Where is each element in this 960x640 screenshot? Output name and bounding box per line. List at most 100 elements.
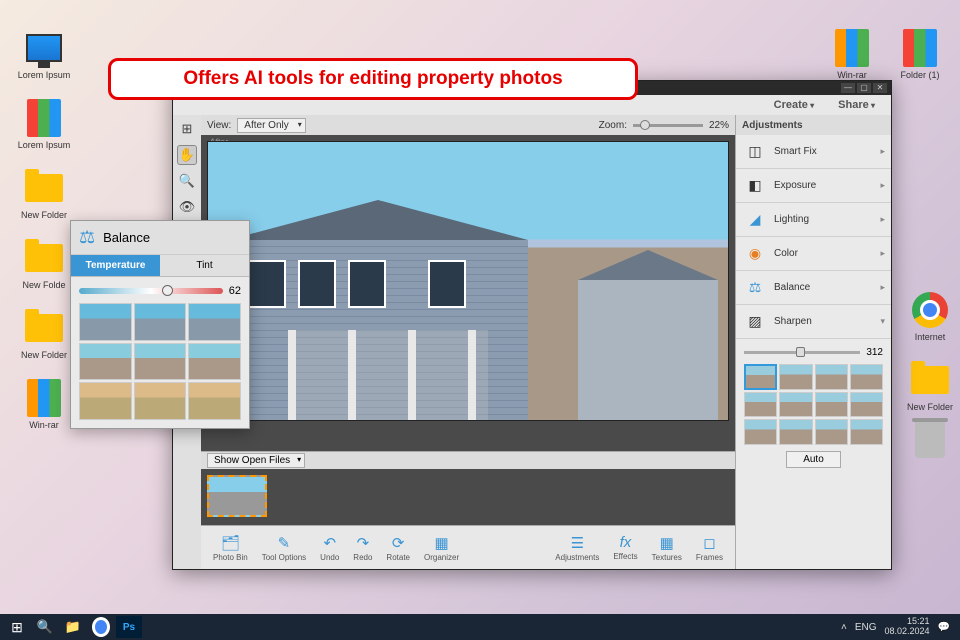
canvas[interactable]: After: [201, 135, 735, 451]
feature-callout: Offers AI tools for editing property pho…: [108, 58, 638, 100]
tray-lang[interactable]: ENG: [855, 622, 877, 633]
balance-icon: ⚖: [79, 227, 95, 248]
exposure-item[interactable]: ◧Exposure: [736, 169, 891, 203]
tooloptions-icon: ✎: [278, 534, 291, 552]
desktop-icon-folder[interactable]: New Folder: [900, 360, 960, 412]
organizer-button[interactable]: ▦Organizer: [418, 532, 465, 564]
start-button[interactable]: ⊞: [4, 616, 30, 638]
taskbar-clock[interactable]: 15:21 08.02.2024: [885, 617, 930, 637]
desktop-icon-folder[interactable]: New Folder: [14, 168, 74, 220]
desktop-icon-trash[interactable]: [900, 420, 960, 462]
tint-tab[interactable]: Tint: [160, 255, 249, 277]
arrange-tool[interactable]: ⊞: [177, 119, 197, 139]
preset-thumb[interactable]: [850, 419, 883, 445]
desktop-label: Internet: [915, 332, 946, 342]
redeye-tool[interactable]: 👁: [177, 197, 197, 217]
preset-thumb[interactable]: [134, 303, 187, 341]
desktop-label: New Folder: [21, 350, 67, 360]
close-button[interactable]: ✕: [873, 83, 887, 93]
frames-button[interactable]: ◻Frames: [690, 532, 729, 564]
photoshop-button[interactable]: Ps: [116, 616, 142, 638]
preset-thumb[interactable]: [79, 382, 132, 420]
auto-button[interactable]: Auto: [786, 451, 841, 468]
preset-thumb[interactable]: [850, 364, 883, 390]
preset-thumb[interactable]: [744, 419, 777, 445]
temperature-tab[interactable]: Temperature: [71, 255, 160, 277]
sharpen-icon: ▨: [744, 312, 766, 332]
preset-thumb[interactable]: [779, 392, 812, 418]
desktop-icon-pc[interactable]: Lorem Ipsum: [14, 28, 74, 80]
view-mode-select[interactable]: After Only: [237, 118, 305, 133]
preset-thumb[interactable]: [79, 303, 132, 341]
frames-icon: ◻: [703, 534, 715, 552]
show-open-files-button[interactable]: Show Open Files: [207, 453, 305, 468]
desktop-icon-binder[interactable]: Lorem Ipsum: [14, 98, 74, 150]
tray-chevron-icon[interactable]: ˄: [841, 622, 847, 633]
chrome-button[interactable]: [88, 616, 114, 638]
photobin-button[interactable]: 🗂Photo Bin: [207, 532, 254, 564]
maximize-button[interactable]: ▢: [857, 83, 871, 93]
desktop-icon-folder[interactable]: New Folde: [14, 238, 74, 290]
preset-thumb[interactable]: [188, 303, 241, 341]
desktop-icon-binder[interactable]: Folder (1): [890, 28, 950, 80]
desktop-label: Lorem Ipsum: [18, 70, 71, 80]
preset-thumb[interactable]: [779, 364, 812, 390]
textures-button[interactable]: ▦Textures: [646, 532, 688, 564]
view-bar: View: After Only Zoom: 22%: [201, 115, 735, 135]
preset-thumb[interactable]: [815, 392, 848, 418]
sharpen-value: 312: [866, 347, 883, 358]
balance-title: Balance: [103, 230, 150, 245]
preset-thumb[interactable]: [134, 382, 187, 420]
zoom-label: Zoom:: [599, 120, 627, 131]
explorer-button[interactable]: 📁: [60, 616, 86, 638]
preset-thumb[interactable]: [188, 382, 241, 420]
balance-item[interactable]: ⚖Balance: [736, 271, 891, 305]
view-label: View:: [207, 120, 231, 131]
adjustments-button[interactable]: ☰Adjustments: [549, 532, 605, 564]
rotate-button[interactable]: ⟳Rotate: [380, 532, 416, 564]
preset-thumb[interactable]: [779, 419, 812, 445]
undo-button[interactable]: ↶Undo: [314, 532, 345, 564]
color-icon: ◉: [744, 244, 766, 264]
hand-tool[interactable]: ✋: [177, 145, 197, 165]
effects-button[interactable]: fxEffects: [607, 532, 643, 564]
redo-button[interactable]: ↷Redo: [347, 532, 378, 564]
notifications-icon[interactable]: 💬: [938, 622, 950, 633]
preset-thumb[interactable]: [815, 364, 848, 390]
preset-thumb[interactable]: [79, 343, 132, 381]
filmstrip-bar: Show Open Files: [201, 451, 735, 469]
tooloptions-button[interactable]: ✎Tool Options: [256, 532, 312, 564]
taskbar: ⊞ 🔍 📁 Ps ˄ ENG 15:21 08.02.2024 💬: [0, 614, 960, 640]
preset-thumb[interactable]: [744, 364, 777, 390]
zoom-slider[interactable]: [633, 124, 703, 127]
balance-popup: ⚖ Balance Temperature Tint 62: [70, 220, 250, 429]
color-item[interactable]: ◉Color: [736, 237, 891, 271]
zoom-tool[interactable]: 🔍: [177, 171, 197, 191]
smartfix-item[interactable]: ◫Smart Fix: [736, 135, 891, 169]
sharpen-item[interactable]: ▨Sharpen: [736, 305, 891, 339]
balance-icon: ⚖: [744, 278, 766, 298]
preset-thumb[interactable]: [744, 392, 777, 418]
desktop-icon-winrar[interactable]: Win-rar: [822, 28, 882, 80]
temperature-slider[interactable]: [79, 288, 223, 294]
lighting-icon: ◢: [744, 210, 766, 230]
preset-thumb[interactable]: [188, 343, 241, 381]
share-menu[interactable]: Share: [828, 97, 885, 113]
preset-thumb[interactable]: [850, 392, 883, 418]
sharpen-slider[interactable]: [744, 351, 860, 354]
desktop-icon-chrome[interactable]: Internet: [900, 290, 960, 342]
filmstrip-thumb[interactable]: [207, 475, 267, 517]
zoom-value: 22%: [709, 120, 729, 131]
desktop-label: Folder (1): [900, 70, 939, 80]
desktop-label: Win-rar: [837, 70, 867, 80]
desktop-icon-winrar[interactable]: Win-rar: [14, 378, 74, 430]
preset-thumb[interactable]: [815, 419, 848, 445]
minimize-button[interactable]: —: [841, 83, 855, 93]
lighting-item[interactable]: ◢Lighting: [736, 203, 891, 237]
create-menu[interactable]: Create: [764, 97, 825, 113]
search-button[interactable]: 🔍: [32, 616, 58, 638]
panel-header: Adjustments: [736, 115, 891, 135]
preset-thumb[interactable]: [134, 343, 187, 381]
desktop-icon-folder[interactable]: New Folder: [14, 308, 74, 360]
exposure-icon: ◧: [744, 176, 766, 196]
